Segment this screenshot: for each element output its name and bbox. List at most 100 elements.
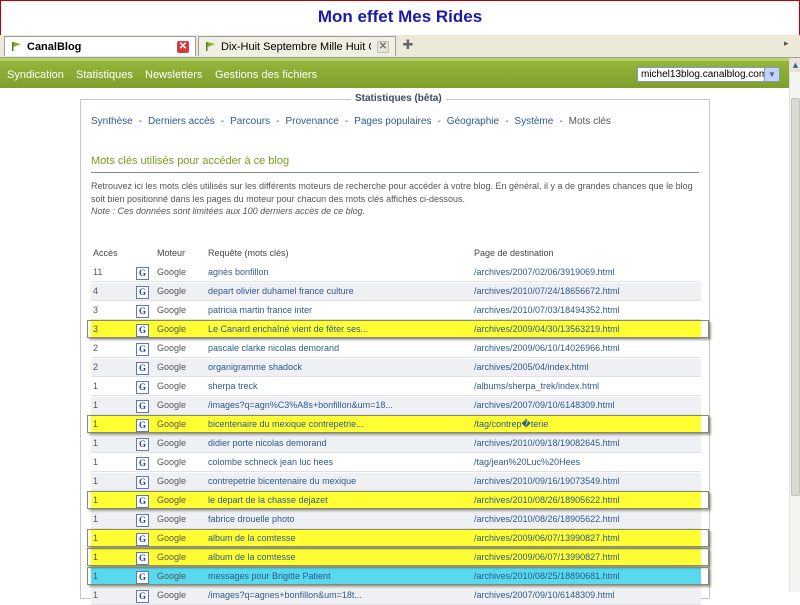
cell-requete-link[interactable]: sherpa treck — [208, 381, 438, 391]
cell-acces: 2 — [93, 362, 99, 372]
cell-requete-link[interactable]: pascale clarke nicolas demorand — [208, 343, 438, 353]
cell-moteur: Google — [157, 324, 187, 334]
cell-requete-link[interactable]: le depart de la chasse dejazet — [208, 495, 438, 505]
cell-requete-link[interactable]: patricia martin france inter — [208, 305, 438, 315]
cell-requete-link[interactable]: Le Canard enchaîné vient de fêter ses... — [208, 324, 438, 334]
close-icon[interactable]: ✕ — [377, 41, 389, 53]
google-icon: G — [136, 419, 149, 432]
cell-acces: 1 — [93, 419, 99, 429]
cell-page-link[interactable]: /archives/2010/08/26/18905622.html — [474, 514, 620, 524]
table-row: 1 G Google didier porte nicolas demorand/ar… — [91, 435, 701, 453]
header-page: Page de destination — [474, 248, 554, 258]
nav-item-syndication[interactable]: Syndication — [7, 69, 64, 81]
chevron-down-icon[interactable]: ▼ — [764, 68, 779, 81]
cell-page-link[interactable]: /archives/2010/08/26/18905622.html — [474, 495, 620, 505]
table-row: 11 G Google agnès bonfillon/archives/2007/0… — [91, 264, 701, 282]
nav-item-gestions-fichiers[interactable]: Gestions des fichiers — [215, 69, 317, 81]
google-icon: G — [136, 267, 149, 280]
cell-page-link[interactable]: /tag/jean%20Luc%20Hees — [474, 457, 580, 467]
cell-page-link[interactable]: /tag/contrep�terie — [474, 419, 548, 430]
subnav-separator: - — [344, 116, 349, 127]
cell-page-link[interactable]: /archives/2010/09/18/19082645.html — [474, 438, 620, 448]
subnav-derniers-acces[interactable]: Derniers accès — [148, 116, 215, 127]
table-row: 1 G Google bicentenaire du mexique contrepe… — [91, 416, 701, 434]
intro-text: Retrouvez ici les mots clés utilisés sur… — [91, 180, 701, 218]
subnav-geographie[interactable]: Géographie — [447, 116, 499, 127]
tab-dix-huit-septembre[interactable]: Dix-Huit Septembre Mille Huit Cent Qua..… — [198, 36, 396, 56]
google-icon: G — [136, 286, 149, 299]
tab-list-icon[interactable]: ▸ — [784, 39, 796, 53]
subnav-parcours[interactable]: Parcours — [230, 116, 270, 127]
subnav-separator: - — [437, 116, 441, 127]
cell-requete-link[interactable]: colombe schneck jean luc hees — [208, 457, 438, 467]
table-row: 1 G Google le depart de la chasse dejazet/a… — [91, 492, 701, 510]
cell-moteur: Google — [157, 514, 187, 524]
scrollbar-thumb[interactable] — [791, 98, 800, 496]
banner-title: Mon effet Mes Rides — [317, 7, 483, 26]
cell-page-link[interactable]: /albums/sherpa_trek/index.html — [474, 381, 599, 391]
tab-canalblog[interactable]: CanalBlog ✕ — [4, 36, 196, 56]
cell-requete-link[interactable]: bicentenaire du mexique contrepetrie... — [208, 419, 438, 429]
subnav-pages-populaires[interactable]: Pages populaires — [354, 116, 431, 127]
vertical-scrollbar[interactable]: ▲ — [789, 58, 800, 592]
subnav-systeme[interactable]: Système — [514, 116, 553, 127]
cell-acces: 1 — [93, 381, 99, 391]
nav-item-newsletters[interactable]: Newsletters — [145, 69, 202, 81]
subnav-mots-cles: Mots clés — [568, 116, 611, 127]
canalblog-flag-icon — [12, 42, 21, 51]
browser-tab-bar: CanalBlog ✕ Dix-Huit Septembre Mille Hui… — [0, 35, 800, 58]
blog-select[interactable]: michel13blog.canalblog.com ▼ — [637, 67, 780, 82]
intro-note: Note : Ces données sont limitées aux 100… — [91, 206, 366, 216]
table-row: 1 G Google contrepetrie bicentenaire du mex… — [91, 473, 701, 491]
cell-page-link[interactable]: /archives/2010/07/24/18656672.html — [474, 286, 620, 296]
cell-page-link[interactable]: /archives/2009/06/10/14026966.html — [474, 343, 620, 353]
cell-requete-link[interactable]: album de la comtesse — [208, 552, 438, 562]
cell-page-link[interactable]: /archives/2005/04/index.html — [474, 362, 589, 372]
google-icon: G — [136, 495, 149, 508]
close-icon[interactable]: ✕ — [177, 41, 189, 53]
cell-page-link[interactable]: /archives/2010/08/25/18890681.html — [474, 571, 620, 581]
main-navbar: Syndication Statistiques Newsletters Ges… — [0, 58, 789, 88]
cell-requete-link[interactable]: fabrice drouelle photo — [208, 514, 438, 524]
google-icon: G — [136, 362, 149, 375]
cell-page-link[interactable]: /archives/2009/06/07/13990827.html — [474, 533, 620, 543]
tab-label: Dix-Huit Septembre Mille Huit Cent Qua..… — [221, 41, 371, 53]
cell-requete-link[interactable]: messages pour Brigitte Patient — [208, 571, 438, 581]
google-icon: G — [136, 457, 149, 470]
cell-requete-link[interactable]: /images?q=agn%C3%A8s+bonfillon&um=18... — [208, 400, 438, 410]
cell-requete-link[interactable]: contrepetrie bicentenaire du mexique — [208, 476, 438, 486]
cell-requete-link[interactable]: organigramme shadock — [208, 362, 438, 372]
cell-requete-link[interactable]: depart olivier duhamel france culture — [208, 286, 438, 296]
cell-page-link[interactable]: /archives/2007/09/10/6148309.html — [474, 400, 615, 410]
cell-page-link[interactable]: /archives/2009/06/07/13990827.html — [474, 552, 620, 562]
cell-moteur: Google — [157, 362, 187, 372]
cell-moteur: Google — [157, 305, 187, 315]
cell-page-link[interactable]: /archives/2009/04/30/13563219.html — [474, 324, 620, 334]
cell-acces: 1 — [93, 533, 99, 543]
cell-requete-link[interactable]: didier porte nicolas demorand — [208, 438, 438, 448]
cell-requete-link[interactable]: album de la comtesse — [208, 533, 438, 543]
scroll-up-icon[interactable]: ▲ — [790, 58, 800, 72]
cell-page-link[interactable]: /archives/2010/07/03/18494352.html — [474, 305, 620, 315]
cell-moteur: Google — [157, 438, 187, 448]
cell-moteur: Google — [157, 400, 187, 410]
cell-acces: 1 — [93, 552, 99, 562]
nav-item-statistiques[interactable]: Statistiques — [76, 69, 133, 81]
subnav-separator: - — [505, 116, 509, 127]
table-row: 1 G Google album de la comtesse/archives/20… — [91, 530, 701, 548]
cell-moteur: Google — [157, 495, 187, 505]
cell-requete-link[interactable]: agnès bonfillon — [208, 267, 438, 277]
cell-moteur: Google — [157, 381, 187, 391]
google-icon: G — [136, 571, 149, 584]
cell-page-link[interactable]: /archives/2010/09/16/19073549.html — [474, 476, 620, 486]
subnav-synthese[interactable]: Synthèse — [91, 116, 133, 127]
subnav-provenance[interactable]: Provenance — [285, 116, 338, 127]
table-row: 1 G Google messages pour Brigitte Patient/a… — [91, 568, 701, 586]
cell-page-link[interactable]: /archives/2007/02/06/3919069.html — [474, 267, 615, 277]
google-icon: G — [136, 400, 149, 413]
google-icon: G — [136, 305, 149, 318]
cell-acces: 1 — [93, 476, 99, 486]
cell-moteur: Google — [157, 476, 187, 486]
table-row: 2 G Google pascale clarke nicolas demorand /… — [91, 340, 701, 358]
new-tab-icon[interactable]: ✚ — [399, 38, 417, 54]
